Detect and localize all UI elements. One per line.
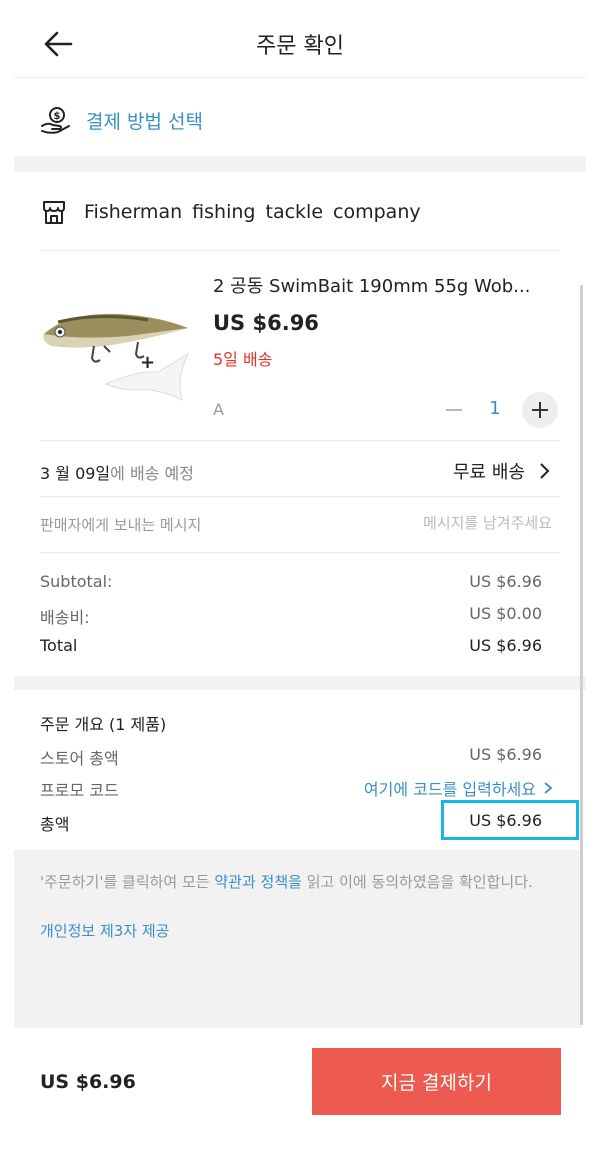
svg-text:+: + [140,352,155,373]
delivery-time: 5일 배송 [213,350,273,369]
highlight-box [441,800,579,840]
subtotal-value: US $6.96 [469,572,542,591]
store-icon [43,201,65,224]
product-price: US $6.96 [213,311,319,335]
quantity-increase-button[interactable] [522,392,558,428]
seller-message-input[interactable] [330,508,552,538]
divider [40,552,560,553]
payment-method-label: 결제 방법 선택 [86,110,203,133]
shipping-fee-value: US $0.00 [469,604,542,623]
product-title[interactable]: 2 공동 SwimBait 190mm 55g Wob... [213,272,563,298]
payment-method-row[interactable]: $ 결제 방법 선택 [40,100,203,140]
footer-total: US $6.96 [40,1071,136,1093]
pay-now-button[interactable]: 지금 결제하기 [312,1048,561,1115]
delivery-date: 3 월 09일 [40,464,111,483]
product-image[interactable]: + [38,292,194,404]
svg-text:$: $ [54,111,61,122]
divider [40,496,560,497]
divider [40,250,560,251]
quantity-value: 1 [489,398,501,419]
order-summary-title: 주문 개요 (1 제품) [40,715,167,734]
product-variant: A [213,400,224,419]
seller-message-label: 판매자에게 보내는 메시지 [40,516,202,534]
header-bar: 주문 확인 [0,0,600,78]
terms-text: '주문하기'를 클릭하여 모든 약관과 정책을 읽고 이에 동의하였음을 확인합… [40,870,565,894]
promo-code-link-text: 여기에 코드를 입력하세요 [363,780,536,799]
divider [40,440,560,441]
page-title: 주문 확인 [256,34,344,59]
shipping-method-label: 무료 배송 [453,462,525,483]
store-total-value: US $6.96 [469,745,542,764]
shipping-fee-label: 배송비: [40,608,90,627]
promo-code-link[interactable]: 여기에 코드를 입력하세요 [364,776,556,800]
privacy-third-party-link[interactable]: 개인정보 제3자 제공 [40,920,169,941]
chevron-right-icon [540,463,550,479]
terms-policy-link[interactable]: 약관과 정책을 [214,873,302,891]
section-divider [14,676,586,690]
terms-text-part1: '주문하기'를 클릭하여 모든 [40,873,215,891]
store-row[interactable]: Fisherman fishing tackle company [40,192,421,232]
delivery-date-suffix: 에 배송 예정 [110,464,194,483]
estimated-delivery: 3 월 09일에 배송 예정 [40,460,194,484]
store-name: Fisherman fishing tackle company [84,201,421,223]
total-label: Total [40,636,78,655]
terms-text-part2: 읽고 이에 동의하였음을 확인합니다. [301,873,533,891]
promo-code-label: 프로모 코드 [40,781,119,800]
scrollbar[interactable] [580,285,583,1025]
shipping-method-selector[interactable]: 무료 배송 [453,458,555,484]
quantity-decrease-button[interactable] [438,394,470,426]
hand-coin-icon: $ [41,107,70,134]
plus-icon [532,402,548,418]
subtotal-label: Subtotal: [40,572,113,591]
grand-total-label: 총액 [40,815,70,834]
divider [14,77,586,78]
store-total-label: 스토어 총액 [40,749,119,768]
section-divider [14,156,586,172]
chevron-right-icon [544,782,553,794]
minus-icon [446,409,462,411]
total-value: US $6.96 [469,636,542,655]
